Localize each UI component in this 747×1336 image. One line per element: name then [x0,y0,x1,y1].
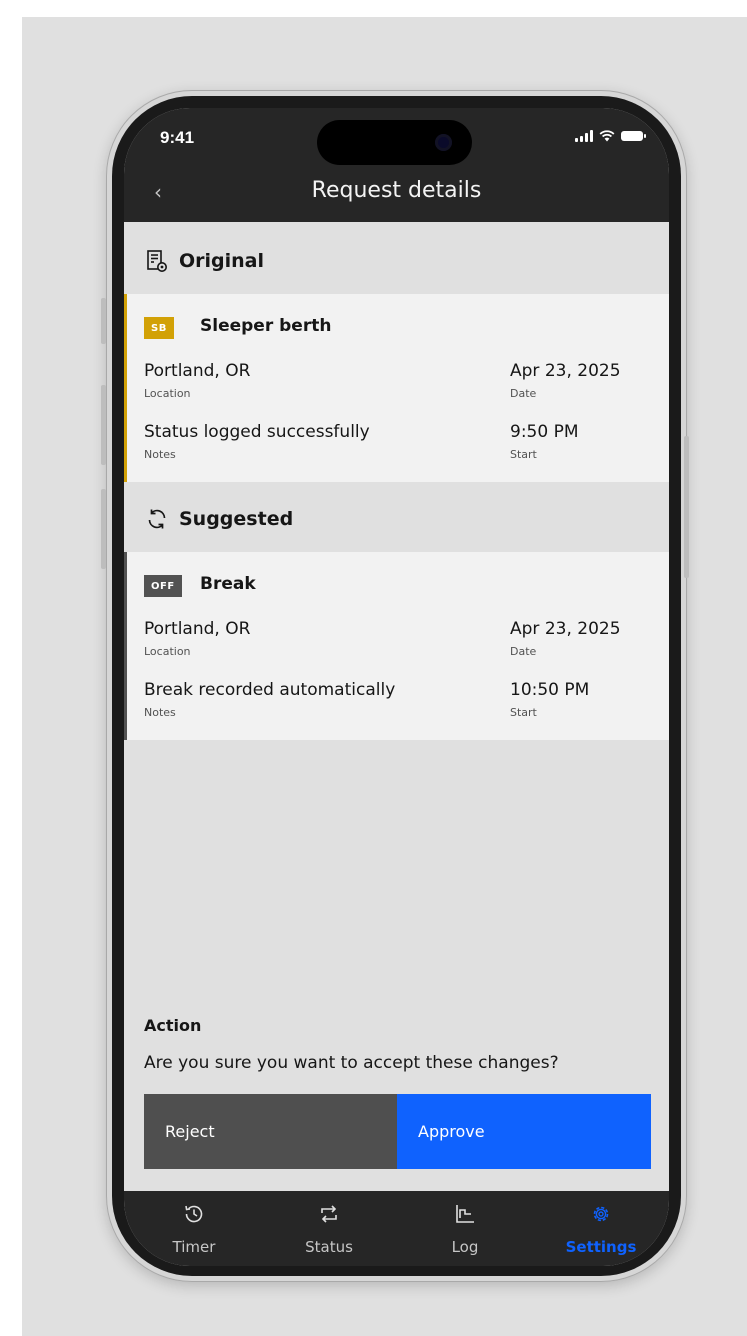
original-section-header: Original [124,228,669,294]
reject-button-label: Reject [165,1122,215,1141]
original-accent-stripe [124,294,127,482]
gear-icon [533,1203,669,1225]
sb-status-tag: SB [144,317,174,339]
status-time: 9:41 [160,128,195,147]
original-start-caption: Start [510,448,537,461]
tab-status-label: Status [305,1238,353,1256]
dynamic-island [317,120,472,165]
original-date: Apr 23, 2025 [510,361,621,381]
tab-settings-label: Settings [565,1238,637,1256]
page-title: Request details [311,178,482,203]
tab-status[interactable]: Status [261,1191,397,1266]
wifi-icon [599,130,615,142]
battery-icon [621,131,646,141]
suggested-notes-caption: Notes [144,706,176,719]
original-notes-caption: Notes [144,448,176,461]
suggested-heading: Suggested [179,508,294,530]
system-indicators [575,130,646,142]
suggested-accent-stripe [124,552,127,740]
off-status-tag: OFF [144,575,182,597]
suggested-status-name: Break [200,574,256,594]
bottom-tab-bar: Timer Status Log Settings [124,1191,669,1266]
action-question: Are you sure you want to accept these ch… [144,1053,559,1073]
suggested-location-caption: Location [144,645,191,658]
phone-screen: 9:41 ‹ Request details Original SB Sleep… [124,108,669,1266]
approve-button[interactable]: Approve [397,1094,651,1169]
suggested-date-caption: Date [510,645,537,658]
original-date-caption: Date [510,387,537,400]
history-icon [126,1203,262,1225]
approve-button-label: Approve [418,1122,485,1141]
tab-log[interactable]: Log [397,1191,533,1266]
suggested-notes: Break recorded automatically [144,680,396,700]
power-button [684,436,689,578]
swap-icon [261,1203,397,1225]
app-header: 9:41 ‹ Request details [124,108,669,222]
original-location-caption: Location [144,387,191,400]
tab-log-label: Log [451,1238,479,1256]
suggested-start-caption: Start [510,706,537,719]
original-card: SB Sleeper berth Portland, OR Location A… [124,294,669,482]
camera-icon [435,134,452,151]
suggested-section-header: Suggested [124,486,669,552]
reject-button[interactable]: Reject [144,1094,397,1169]
original-location: Portland, OR [144,361,251,381]
document-settings-icon [145,249,169,273]
suggested-date: Apr 23, 2025 [510,619,621,639]
original-notes: Status logged successfully [144,422,370,442]
renew-icon [145,507,169,531]
tab-timer[interactable]: Timer [126,1191,262,1266]
signal-icon [575,130,593,142]
action-title: Action [144,1016,202,1035]
original-heading: Original [179,250,265,272]
original-start: 9:50 PM [510,422,579,442]
suggested-card: OFF Break Portland, OR Location Apr 23, … [124,552,669,740]
volume-up-button [101,385,106,465]
tab-settings[interactable]: Settings [533,1191,669,1266]
suggested-start: 10:50 PM [510,680,590,700]
volume-down-button [101,489,106,569]
original-status-name: Sleeper berth [200,316,332,336]
step-chart-icon [397,1203,533,1225]
silent-switch [101,298,106,344]
tab-timer-label: Timer [172,1238,216,1256]
suggested-location: Portland, OR [144,619,251,639]
